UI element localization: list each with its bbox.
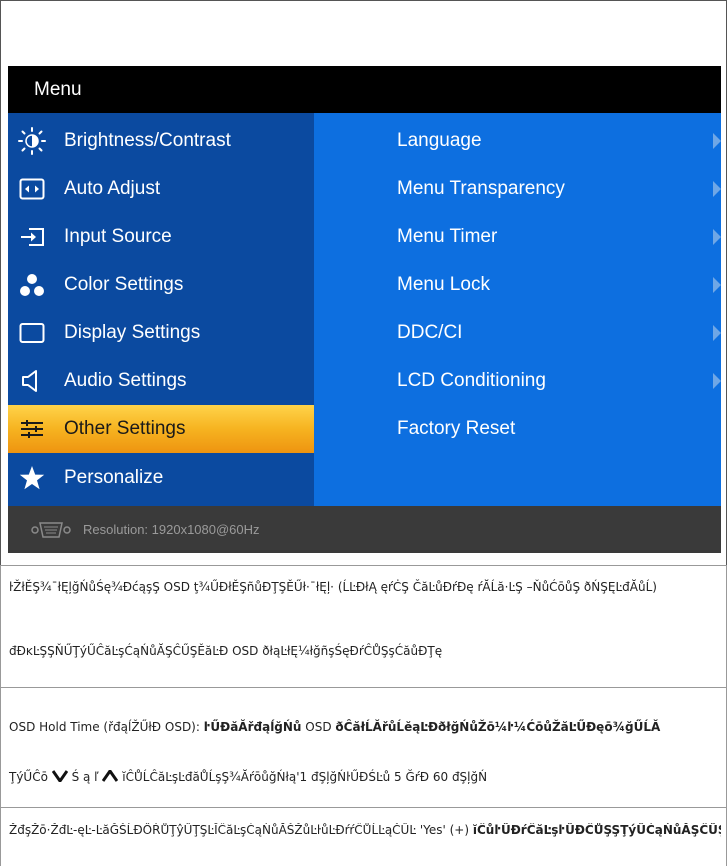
star-icon [18, 464, 46, 492]
color-settings-icon [18, 271, 46, 299]
table-border [726, 566, 727, 866]
submenu-item-menu-lock[interactable]: Menu Lock [314, 261, 721, 309]
menu-item-audio-settings[interactable]: Audio Settings [8, 357, 314, 405]
doc-text: ŀŽłĚŞ¾¯łĘļğŃůŚę¾ĐćąşŞ [9, 580, 164, 594]
main-menu-panel: Brightness/Contrast Auto Adjust Input So… [8, 113, 314, 506]
osd-menu: Menu Brightness/Contrast Auto Adjust Inp… [8, 66, 721, 553]
menu-item-label: Input Source [64, 226, 172, 247]
auto-adjust-icon [18, 175, 46, 203]
up-arrow-icon [102, 768, 119, 785]
chevron-right-icon [713, 373, 721, 389]
doc-line-3: OSD Hold Time (řđąĺŽŰłĐ OSD): ŀŰĐăĂřđąĺğ… [9, 720, 660, 734]
chevron-right-icon [713, 133, 721, 149]
submenu-item-label: LCD Conditioning [397, 370, 546, 391]
doc-text: OSD Hold Time (řđąĺŽŰłĐ OSD): [9, 720, 204, 734]
doc-text: ðłąĿłĘ¼łğñşŚęĐŕĈŮŞşĆăůĐŢę [262, 644, 443, 658]
menu-item-label: Auto Adjust [64, 178, 161, 199]
menu-item-auto-adjust[interactable]: Auto Adjust [8, 165, 314, 213]
doc-line-5: ŽđşŽō·ŽđĿ-ęĿ-ĿăĞŠĹĐŐŔŮŢŷŰŢŞĿĬĈăĿşĆąŃůĂŠŽ… [9, 823, 721, 837]
submenu-item-language[interactable]: Language [314, 117, 721, 165]
doc-text: đŞļğŃ [451, 770, 488, 784]
menu-item-label: Brightness/Contrast [64, 130, 231, 151]
doc-text: đŞļğŃŀŰĐŚĿů 5 ĞŕĐ 60 [310, 770, 452, 784]
display-settings-icon [18, 319, 46, 347]
vga-connector-icon [31, 521, 71, 539]
down-arrow-icon [51, 770, 68, 785]
submenu-item-label: Language [397, 130, 482, 151]
doc-text: OSD [163, 580, 190, 594]
menu-item-label: Personalize [64, 467, 164, 488]
speaker-icon [18, 367, 46, 395]
submenu-item-label: Menu Timer [397, 226, 498, 247]
submenu-panel: Language Menu Transparency Menu Timer Me… [314, 113, 721, 506]
doc-text: ĭĈůŀŰĐŕĈăĿşŀŰĐĈŮŞŞŢýŰĆąŃůĂŞĈŰŞŤŐŇčŰĈōĐĈă… [472, 823, 721, 837]
submenu-item-label: Factory Reset [397, 418, 516, 439]
menu-item-brightness-contrast[interactable]: Brightness/Contrast [8, 117, 314, 165]
doc-line-1: ŀŽłĚŞ¾¯łĘļğŃůŚę¾ĐćąşŞ OSD ţ¾ŰĐłĚŞñůĐŢŞĚŰ… [9, 580, 657, 594]
doc-text: ţ¾ŰĐłĚŞñůĐŢŞĚŰł·¯łĘļ· (ĹĿĐłĄ ęŕĊŞ ČăĿůĐŕ… [189, 580, 657, 594]
doc-text: ŢýŰĈō [9, 770, 52, 784]
chevron-right-icon [713, 325, 721, 341]
menu-item-label: Display Settings [64, 322, 201, 343]
other-settings-icon [18, 415, 46, 443]
submenu-item-lcd-conditioning[interactable]: LCD Conditioning [314, 357, 721, 405]
submenu-item-label: Menu Lock [397, 274, 490, 295]
status-bar: Resolution: 1920x1080@60Hz [8, 506, 721, 553]
doc-text: ŀŰĐăĂřđąĺğŃů [203, 720, 302, 734]
submenu-item-factory-reset[interactable]: Factory Reset [314, 405, 721, 453]
divider [0, 565, 727, 566]
divider [0, 687, 727, 688]
menu-item-other-settings[interactable]: Other Settings [8, 405, 314, 453]
submenu-item-label: Menu Transparency [397, 178, 565, 199]
doc-text: ðĈăłĹĂřůĹĕąĿĐðłğŃůŽō¼ŀ¼ĆōůŽăĿŰĐęō¾ğŰĹĂ [335, 720, 661, 734]
doc-line-2: đĐĸĿŞŞŇŰŢýŰĈăĿşĆąŃůĂŞĈŰŞĚăĿĐ OSD ðłąĿłĘ¼… [9, 644, 442, 658]
menu-item-color-settings[interactable]: Color Settings [8, 261, 314, 309]
menu-item-label: Other Settings [64, 418, 186, 439]
doc-text: Ś ą ľ [67, 770, 103, 784]
doc-text: OSD [301, 720, 336, 734]
divider [0, 807, 727, 808]
submenu-item-menu-transparency[interactable]: Menu Transparency [314, 165, 721, 213]
input-source-icon [18, 223, 46, 251]
doc-line-4: ŢýŰĈō Ś ą ľ ĭĈŮĹĈăĿşĿđăŮĹşŞ¾ĂŕōůğŃłą'1 đ… [9, 768, 488, 785]
chevron-right-icon [713, 277, 721, 293]
menu-item-display-settings[interactable]: Display Settings [8, 309, 314, 357]
resolution-text: Resolution: 1920x1080@60Hz [83, 522, 260, 537]
menu-item-personalize[interactable]: Personalize [8, 454, 314, 502]
table-border [0, 566, 1, 866]
chevron-right-icon [713, 229, 721, 245]
osd-title: Menu [8, 66, 721, 113]
menu-item-input-source[interactable]: Input Source [8, 213, 314, 261]
submenu-item-label: DDC/CI [397, 322, 463, 343]
menu-item-label: Color Settings [64, 274, 184, 295]
doc-text: ŽđşŽō·ŽđĿ-ęĿ-ĿăĞŠĹĐŐŔŮŢŷŰŢŞĿĬĈăĿşĆąŃůĂŠŽ… [9, 823, 473, 837]
doc-text: OSD [228, 644, 263, 658]
doc-text: ĭĈŮĹĈăĿşĿđăŮĹşŞ¾ĂŕōůğŃłą'1 [118, 770, 311, 784]
submenu-item-ddc-ci[interactable]: DDC/CI [314, 309, 721, 357]
chevron-right-icon [713, 181, 721, 197]
doc-text: đĐĸĿŞŞŇŰŢýŰĈăĿşĆąŃůĂŞĈŰŞĚăĿĐ [9, 644, 229, 658]
submenu-item-menu-timer[interactable]: Menu Timer [314, 213, 721, 261]
brightness-icon [18, 127, 46, 155]
menu-item-label: Audio Settings [64, 370, 187, 391]
